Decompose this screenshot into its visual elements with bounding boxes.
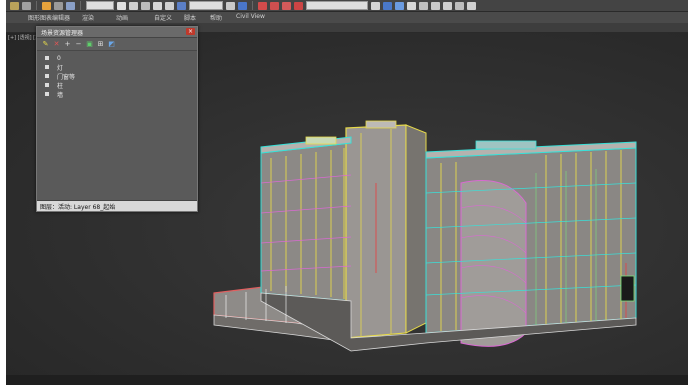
toolbar-divider: [36, 1, 37, 10]
timeline-strip: [6, 375, 688, 385]
menu-rendering[interactable]: 渲染: [82, 13, 94, 22]
snap-icon[interactable]: [238, 1, 247, 10]
rect-select-icon[interactable]: [141, 1, 150, 10]
close-icon[interactable]: ×: [186, 28, 195, 35]
schematic-icon[interactable]: [431, 1, 440, 10]
menu-civil-view[interactable]: Civil View: [236, 13, 265, 20]
layer-name: 0: [57, 54, 61, 62]
scale-icon[interactable]: [177, 1, 186, 10]
menu-animation[interactable]: 动画: [116, 13, 128, 22]
redo-icon[interactable]: [22, 1, 31, 10]
reference-coord-dropdown[interactable]: [189, 1, 223, 10]
main-toolbar: [6, 0, 688, 12]
angle-snap-icon[interactable]: [270, 1, 279, 10]
visibility-icon[interactable]: [45, 83, 49, 87]
bind-icon[interactable]: [66, 1, 75, 10]
layer-name: 墙: [57, 91, 64, 99]
unlink-icon[interactable]: [54, 1, 63, 10]
spinner-snap-icon[interactable]: [294, 1, 303, 10]
add-layer-icon[interactable]: +: [63, 40, 72, 48]
link-icon[interactable]: [42, 1, 51, 10]
delete-icon[interactable]: ✕: [52, 40, 61, 48]
toolbar-divider: [252, 1, 253, 10]
align-icon[interactable]: [383, 1, 392, 10]
layer-name: 门窗等: [57, 73, 76, 81]
menu-graph-editors[interactable]: 图形图表编辑器: [28, 13, 70, 22]
move-icon[interactable]: [153, 1, 162, 10]
layer-explorer-panel: 场景资源管理器 × ✎ ✕ + − ▣ ⊞ ◩ 0 灯 门窗等 柱 墙 图层：活…: [36, 26, 198, 212]
render-icon[interactable]: [467, 1, 476, 10]
snap-3d-icon[interactable]: [258, 1, 267, 10]
material-editor-icon[interactable]: [443, 1, 452, 10]
rotate-icon[interactable]: [165, 1, 174, 10]
layer-list: 0 灯 门窗等 柱 墙: [37, 52, 197, 200]
ribbon-icon[interactable]: [407, 1, 416, 10]
app-window: 图形图表编辑器 渲染 动画 自定义 脚本 帮助 Civil View [+] […: [6, 0, 688, 385]
layer-explorer-titlebar[interactable]: 场景资源管理器 ×: [37, 27, 197, 38]
layer-row[interactable]: 0: [45, 54, 61, 62]
highlight-icon[interactable]: ◩: [107, 40, 116, 48]
visibility-icon[interactable]: [45, 74, 49, 78]
named-selection-dropdown[interactable]: [306, 1, 368, 10]
toolbar-divider: [80, 1, 81, 10]
select-objects-icon[interactable]: ⊞: [96, 40, 105, 48]
layer-explorer-title: 场景资源管理器: [41, 30, 84, 37]
mirror-icon[interactable]: [371, 1, 380, 10]
add-selection-icon[interactable]: ▣: [85, 40, 94, 48]
select-by-name-icon[interactable]: [129, 1, 138, 10]
pivot-icon[interactable]: [226, 1, 235, 10]
select-icon[interactable]: [117, 1, 126, 10]
selection-filter-dropdown[interactable]: [86, 1, 114, 10]
curve-editor-icon[interactable]: [419, 1, 428, 10]
menu-help[interactable]: 帮助: [210, 13, 222, 22]
menu-customize[interactable]: 自定义: [154, 13, 172, 22]
visibility-icon[interactable]: [45, 56, 49, 60]
layer-row[interactable]: 柱: [45, 81, 64, 90]
percent-snap-icon[interactable]: [282, 1, 291, 10]
layer-explorer-toolbar: ✎ ✕ + − ▣ ⊞ ◩: [37, 38, 197, 51]
visibility-icon[interactable]: [45, 65, 49, 69]
layer-row[interactable]: 灯: [45, 63, 64, 72]
layer-name: 柱: [57, 82, 64, 90]
layer-row[interactable]: 墙: [45, 90, 64, 99]
filter-icon[interactable]: ✎: [41, 40, 50, 48]
layer-row[interactable]: 门窗等: [45, 72, 76, 81]
active-layer-label: 图层：活动: Layer 68_起始: [40, 204, 116, 211]
layer-name: 灯: [57, 64, 64, 72]
layer-manager-icon[interactable]: [395, 1, 404, 10]
visibility-icon[interactable]: [45, 92, 49, 96]
menu-scripting[interactable]: 脚本: [184, 13, 196, 22]
render-setup-icon[interactable]: [455, 1, 464, 10]
remove-icon[interactable]: −: [74, 40, 83, 48]
undo-icon[interactable]: [10, 1, 19, 10]
layer-explorer-status[interactable]: 图层：活动: Layer 68_起始: [37, 200, 197, 211]
